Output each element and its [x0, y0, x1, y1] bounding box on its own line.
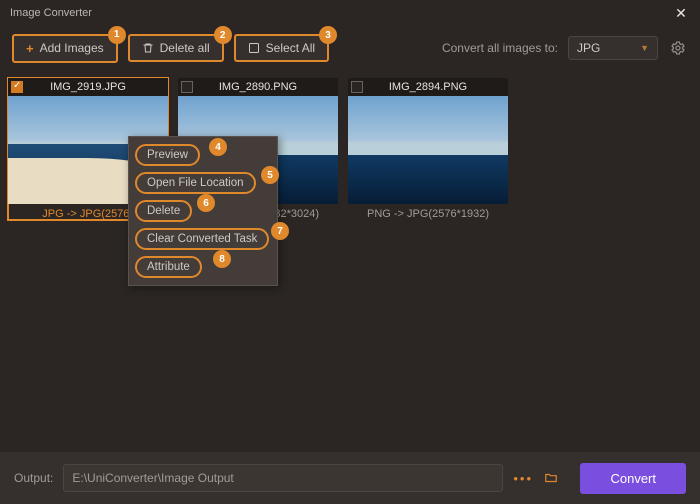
- delete-all-button[interactable]: Delete all 2: [128, 34, 224, 62]
- image-subtitle: PNG -> JPG(2576*1932): [348, 204, 508, 220]
- badge-8: 8: [213, 250, 231, 268]
- image-filename: IMG_2890.PNG: [219, 81, 297, 93]
- chevron-down-icon: ▼: [640, 43, 649, 53]
- select-all-label: Select All: [266, 41, 315, 55]
- titlebar: Image Converter ✕: [0, 0, 700, 26]
- convert-label: Convert: [610, 471, 656, 486]
- format-select[interactable]: JPG ▼: [568, 36, 658, 60]
- add-images-button[interactable]: + Add Images 1: [12, 34, 118, 63]
- image-checkbox[interactable]: [351, 81, 363, 93]
- browse-icon[interactable]: •••: [513, 471, 533, 486]
- output-path-text: E:\UniConverter\Image Output: [72, 471, 494, 485]
- format-selected: JPG: [577, 41, 600, 55]
- toolbar: + Add Images 1 Delete all 2 Select All 3…: [0, 26, 700, 70]
- badge-6: 6: [197, 194, 215, 212]
- ctx-clear-converted-task[interactable]: Clear Converted Task: [135, 228, 269, 250]
- add-images-label: Add Images: [40, 41, 104, 55]
- image-card[interactable]: IMG_2894.PNG PNG -> JPG(2576*1932): [348, 78, 508, 220]
- window-title: Image Converter: [10, 7, 92, 19]
- image-thumbnail[interactable]: [348, 96, 508, 204]
- output-label: Output:: [14, 471, 53, 485]
- close-icon[interactable]: ✕: [672, 4, 690, 22]
- badge-4: 4: [209, 138, 227, 156]
- image-caption: IMG_2890.PNG: [178, 78, 338, 96]
- thumbnails-grid: IMG_2919.JPG JPG -> JPG(2576* IMG_2890.P…: [0, 70, 700, 220]
- gear-icon[interactable]: [668, 38, 688, 58]
- badge-2: 2: [214, 26, 232, 44]
- output-path-field[interactable]: E:\UniConverter\Image Output: [63, 464, 503, 492]
- badge-1: 1: [108, 26, 126, 44]
- checkbox-icon: [248, 42, 260, 54]
- ctx-preview[interactable]: Preview: [135, 144, 200, 166]
- badge-7: 7: [271, 222, 289, 240]
- convert-all-label: Convert all images to:: [442, 41, 558, 55]
- image-filename: IMG_2894.PNG: [389, 81, 467, 93]
- badge-5: 5: [261, 166, 279, 184]
- image-checkbox[interactable]: [11, 81, 23, 93]
- ctx-delete[interactable]: Delete: [135, 200, 192, 222]
- convert-button[interactable]: Convert: [580, 463, 686, 494]
- footer: Output: E:\UniConverter\Image Output •••…: [0, 452, 700, 504]
- select-all-button[interactable]: Select All 3: [234, 34, 329, 62]
- ctx-attribute[interactable]: Attribute: [135, 256, 202, 278]
- context-menu: Preview 4 Open File Location 5 Delete 6 …: [128, 136, 278, 286]
- plus-icon: +: [26, 41, 34, 56]
- trash-icon: [142, 42, 154, 54]
- badge-3: 3: [319, 26, 337, 44]
- delete-all-label: Delete all: [160, 41, 210, 55]
- ctx-open-file-location[interactable]: Open File Location: [135, 172, 256, 194]
- image-checkbox[interactable]: [181, 81, 193, 93]
- image-caption: IMG_2919.JPG: [8, 78, 168, 96]
- image-caption: IMG_2894.PNG: [348, 78, 508, 96]
- open-folder-icon[interactable]: [543, 471, 559, 485]
- image-filename: IMG_2919.JPG: [50, 81, 126, 93]
